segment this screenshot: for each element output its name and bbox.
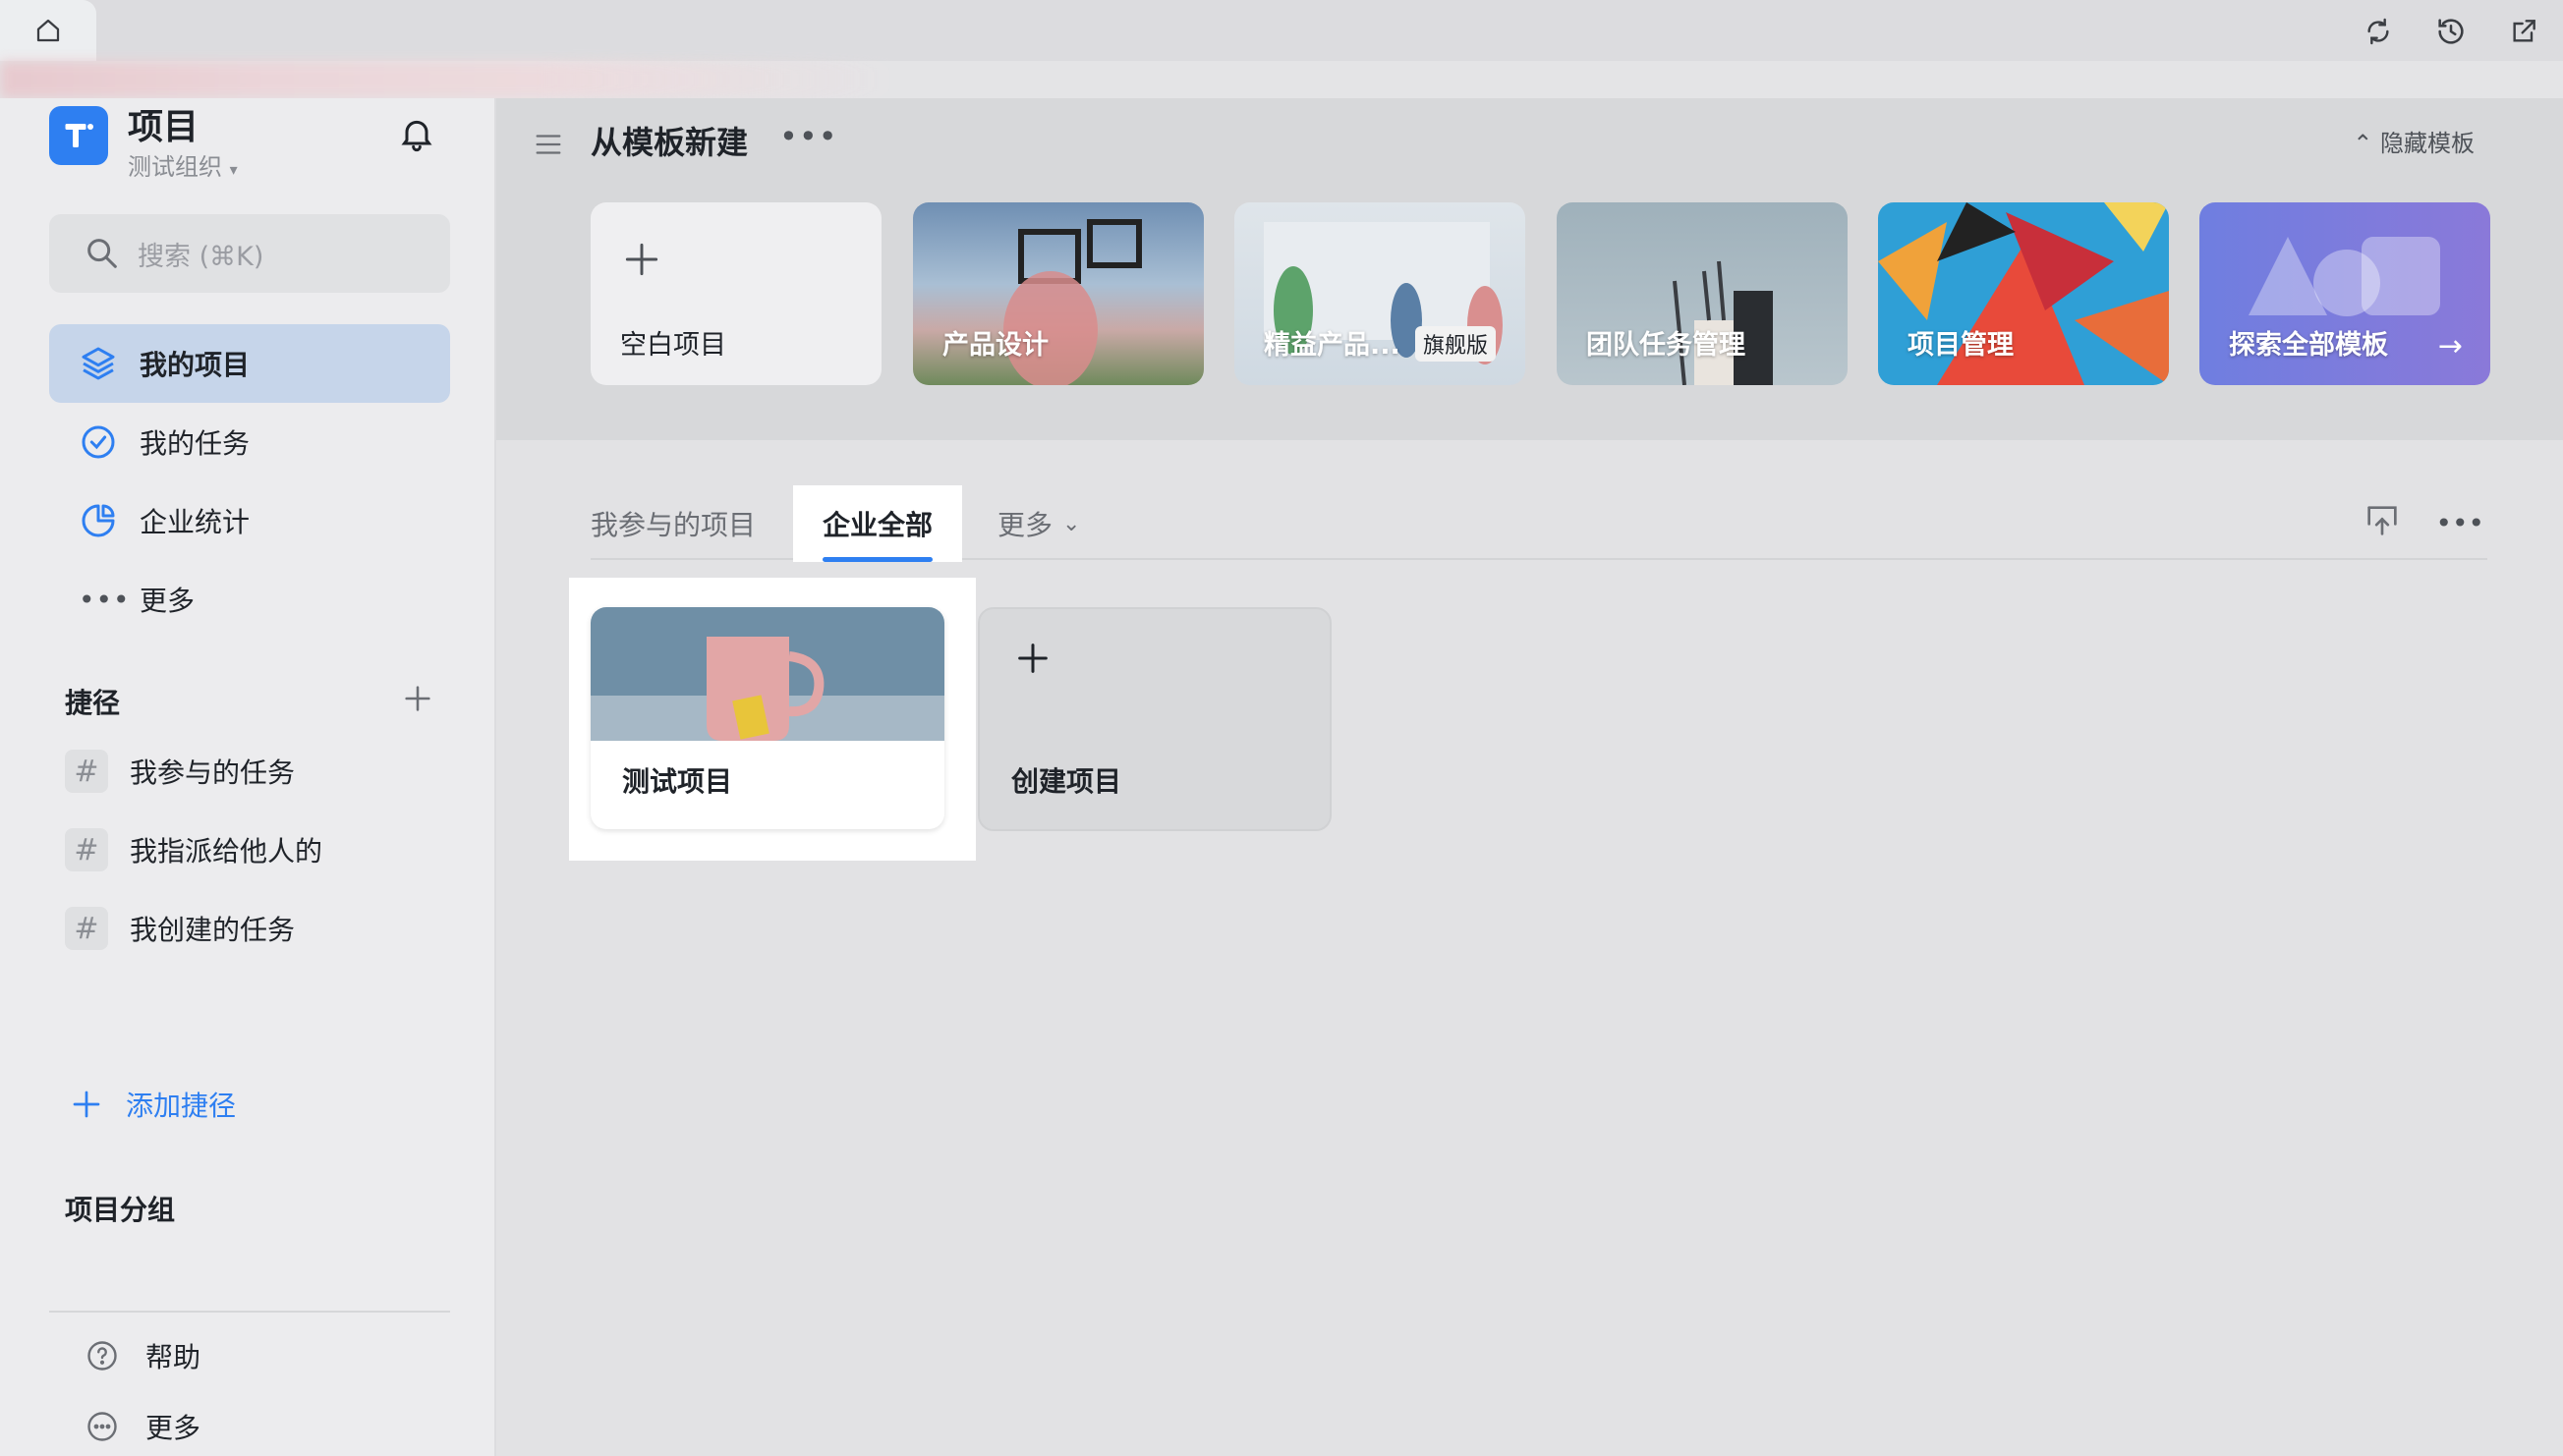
more-label: 更多: [145, 1412, 201, 1444]
pie-chart-icon: [82, 504, 115, 537]
shortcut-label: 我指派给他人的: [130, 835, 323, 868]
tab-label: 我参与的项目: [591, 509, 757, 541]
hash-icon: #: [65, 907, 108, 950]
project-card[interactable]: 测试项目: [591, 607, 944, 829]
project-groups-title: 项目分组: [65, 1194, 176, 1226]
template-section-title: 从模板新建: [591, 124, 749, 161]
refresh-icon[interactable]: [2357, 10, 2400, 53]
search-placeholder: 搜索 (⌘K): [138, 241, 264, 272]
chevron-up-icon: ⌃: [2353, 130, 2373, 157]
tab-my-projects[interactable]: 我参与的项目: [591, 487, 756, 560]
template-label: 项目管理: [1908, 330, 2014, 361]
more-dots-icon: •••: [79, 583, 131, 616]
help-icon: [87, 1341, 117, 1371]
template-more-icon[interactable]: •••: [779, 118, 838, 155]
shortcut-item[interactable]: # 我参与的任务: [65, 747, 295, 796]
hide-templates-button[interactable]: ⌃ 隐藏模板: [2353, 124, 2475, 158]
main-content: 从模板新建 ••• ⌃ 隐藏模板 空白项目 产品设计 精益产品... 旗舰版 团…: [496, 98, 2563, 1456]
plus-icon: [1018, 644, 1048, 673]
layers-icon: [82, 347, 115, 380]
shortcut-item[interactable]: # 我创建的任务: [65, 904, 295, 953]
template-card-team-tasks[interactable]: 团队任务管理: [1557, 202, 1848, 385]
template-card-project-management[interactable]: 项目管理: [1878, 202, 2169, 385]
nav-label: 更多: [140, 585, 196, 617]
menu-icon[interactable]: [532, 128, 565, 165]
home-tab[interactable]: [0, 0, 96, 61]
shortcut-item[interactable]: # 我指派给他人的: [65, 825, 322, 874]
add-shortcut-button[interactable]: 添加捷径: [69, 1085, 236, 1124]
add-shortcut-label: 添加捷径: [126, 1090, 237, 1122]
nav-enterprise-stats[interactable]: 企业统计: [49, 481, 450, 560]
sidebar-divider: [49, 1311, 450, 1313]
template-label: 团队任务管理: [1586, 330, 1745, 361]
plus-icon: [73, 1091, 100, 1118]
template-card-blank[interactable]: 空白项目: [591, 202, 882, 385]
flagship-badge: 旗舰版: [1415, 326, 1497, 362]
tabs-more-icon[interactable]: •••: [2435, 507, 2484, 539]
export-icon[interactable]: [2363, 501, 2402, 544]
chevron-down-icon: ⌄: [1062, 511, 1081, 536]
footer-more-button[interactable]: 更多: [85, 1407, 200, 1446]
org-name: 测试组织: [128, 153, 222, 181]
check-circle-icon: [82, 425, 115, 459]
app-title: 项目: [128, 107, 199, 147]
nav-my-tasks[interactable]: 我的任务: [49, 403, 450, 481]
home-icon: [36, 19, 60, 42]
help-label: 帮助: [145, 1341, 201, 1373]
template-label: 产品设计: [942, 330, 1049, 361]
app-logo: [49, 106, 108, 165]
shortcut-label: 我创建的任务: [130, 914, 296, 946]
template-label: 探索全部模板: [2229, 330, 2388, 361]
hash-icon: #: [65, 828, 108, 871]
template-label: 精益产品...: [1264, 330, 1400, 361]
more-circle-icon: [87, 1412, 117, 1441]
history-icon[interactable]: [2429, 10, 2473, 53]
search-input[interactable]: 搜索 (⌘K): [49, 214, 450, 293]
org-switcher[interactable]: 测试组织 ▾: [128, 147, 238, 182]
template-card-explore-all[interactable]: 探索全部模板 →: [2199, 202, 2490, 385]
project-cover-image: [591, 607, 944, 741]
create-project-card[interactable]: 创建项目: [978, 607, 1332, 831]
project-tabs: 我参与的项目 企业全部 更多 ⌄: [591, 485, 2487, 562]
template-label: 空白项目: [620, 330, 726, 361]
search-icon: [87, 239, 117, 268]
template-band: 从模板新建 ••• ⌃ 隐藏模板 空白项目 产品设计 精益产品... 旗舰版 团…: [496, 98, 2563, 440]
shortcuts-title: 捷径: [65, 687, 121, 719]
nav-label: 我的任务: [140, 427, 251, 460]
plus-icon: [625, 243, 658, 276]
nav-more[interactable]: ••• 更多: [49, 560, 450, 639]
arrow-right-icon: →: [2437, 329, 2463, 364]
nav-label: 企业统计: [140, 506, 251, 538]
open-external-icon[interactable]: [2502, 10, 2545, 53]
shortcut-label: 我参与的任务: [130, 756, 296, 789]
tab-enterprise-all[interactable]: 企业全部: [793, 485, 963, 562]
add-shortcut-plus-icon[interactable]: [401, 682, 434, 719]
window-topbar: [0, 0, 2563, 61]
tab-underline: [823, 557, 934, 562]
hash-icon: #: [65, 750, 108, 793]
bell-icon[interactable]: [397, 114, 436, 157]
caret-down-icon: ▾: [229, 160, 238, 179]
tab-label: 企业全部: [823, 509, 934, 541]
nav-my-projects[interactable]: 我的项目: [49, 324, 450, 403]
sidebar: 项目 测试组织 ▾ 搜索 (⌘K) 我的项目 我的任务 企业统计 ••• 更多 …: [0, 98, 496, 1456]
template-card-product-design[interactable]: 产品设计: [913, 202, 1204, 385]
tab-label: 更多: [997, 509, 1054, 541]
help-button[interactable]: 帮助: [85, 1336, 200, 1375]
create-project-label: 创建项目: [1011, 765, 1122, 798]
blurred-tab-strip: [0, 61, 904, 98]
tab-more[interactable]: 更多 ⌄: [997, 487, 1080, 560]
template-card-lean-product[interactable]: 精益产品... 旗舰版: [1234, 202, 1525, 385]
project-title: 测试项目: [622, 765, 733, 798]
hide-templates-label: 隐藏模板: [2380, 130, 2475, 157]
nav-label: 我的项目: [140, 349, 251, 381]
